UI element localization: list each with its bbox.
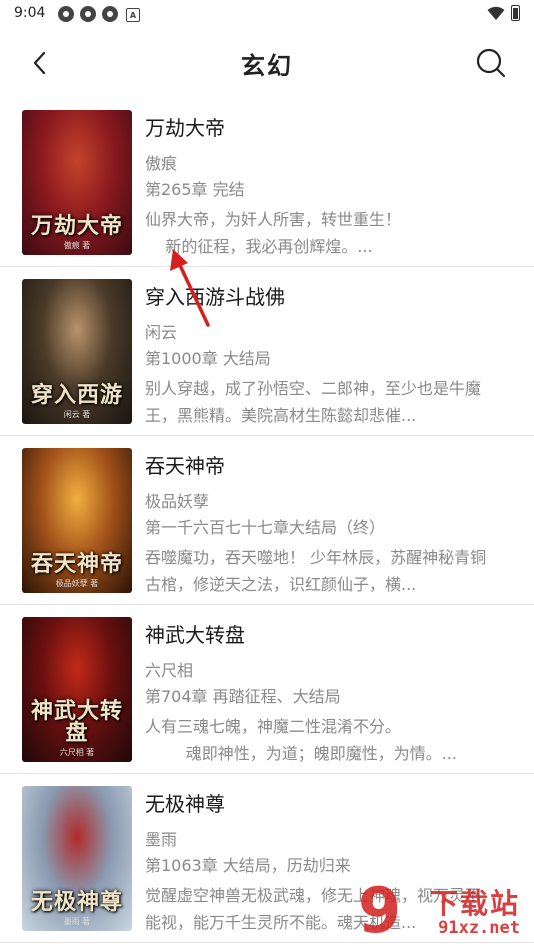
book-list-item[interactable]: 神武大转盘 六尺相 著 神武大转盘 六尺相 第704章 再踏征程、大结局 人有三… [0,605,534,774]
battery-icon [511,5,520,21]
cover-title-text: 神武大转盘 [30,698,123,746]
book-latest-chapter: 第704章 再踏征程、大结局 [145,687,341,706]
book-latest-chapter: 第一千六百七十七章大结局（终） [145,518,386,537]
book-title: 无极神尊 [145,792,225,816]
cover-author-text: 墨雨 著 [63,917,91,926]
book-title: 万劫大帝 [145,116,225,140]
search-button[interactable] [474,46,508,80]
book-list: 万劫大帝 傲痕 著 万劫大帝 傲痕 第265章 完结 仙界大帝，为奸人所害，转世… [0,98,534,943]
app-notification-icon [80,6,96,22]
cover-title-text: 穿入西游 [30,382,123,408]
book-author: 闲云 [145,323,178,342]
site-watermark-logo: 9 下载站 91xz.net [358,880,528,950]
watermark-url: 91xz.net [438,918,520,938]
book-list-item[interactable]: 万劫大帝 傲痕 著 万劫大帝 傲痕 第265章 完结 仙界大帝，为奸人所害，转世… [0,98,534,267]
book-list-item[interactable]: 吞天神帝 极品妖孽 著 吞天神帝 极品妖孽 第一千六百七十七章大结局（终） 吞噬… [0,436,534,605]
page-title: 玄幻 [241,52,293,80]
app-notification-icon [58,6,74,22]
book-description: 人有三魂七魄，神魔二性混淆不分。 魂即神性，为道；魄即魔性，为情。... [145,717,457,763]
search-icon [476,48,506,78]
book-author: 六尺相 [145,661,194,680]
wifi-icon [487,6,505,20]
status-bar: 9:04 A [0,0,534,28]
top-app-bar: 玄幻 [0,28,534,98]
cover-title-text: 万劫大帝 [30,213,123,239]
a-notification-icon: A [126,8,140,22]
book-title: 神武大转盘 [145,623,245,647]
cover-author-text: 闲云 著 [63,410,91,419]
book-cover-image: 穿入西游 闲云 著 [22,279,132,424]
book-cover-image: 万劫大帝 傲痕 著 [22,110,132,255]
book-cover-image: 神武大转盘 六尺相 著 [22,617,132,762]
cover-title-text: 吞天神帝 [30,551,123,577]
cover-author-text: 六尺相 著 [59,748,95,757]
watermark-text: 下载站 [429,887,520,920]
status-notification-icons: A [58,6,140,22]
book-latest-chapter: 第265章 完结 [145,180,245,199]
status-time: 9:04 [14,5,46,21]
book-title: 穿入西游斗战佛 [145,285,285,309]
book-description: 吞噬魔功，吞天噬地！ 少年林辰，苏醒神秘青铜古棺，修逆天之法，识红颜仙子，横..… [145,548,487,594]
book-list-item[interactable]: 穿入西游 闲云 著 穿入西游斗战佛 闲云 第1000章 大结局 别人穿越，成了孙… [0,267,534,436]
cover-author-text: 极品妖孽 著 [55,579,99,588]
watermark-number: 9 [358,874,402,947]
book-description: 仙界大帝，为奸人所害，转世重生！ 新的征程，我必再创辉煌。... [145,210,402,256]
book-author: 极品妖孽 [145,492,210,511]
book-author: 墨雨 [145,830,178,849]
cover-author-text: 傲痕 著 [63,241,91,250]
book-latest-chapter: 第1000章 大结局 [145,349,271,368]
book-description: 别人穿越，成了孙悟空、二郎神，至少也是牛魔王，黑熊精。美院高材生陈懿却悲催... [145,379,482,425]
book-title: 吞天神帝 [145,454,225,478]
book-cover-image: 无极神尊 墨雨 著 [22,786,132,931]
cover-title-text: 无极神尊 [30,889,123,915]
status-right [487,5,520,21]
book-cover-image: 吞天神帝 极品妖孽 著 [22,448,132,593]
book-latest-chapter: 第1063章 大结局，历劫归来 [145,856,351,875]
book-author: 傲痕 [145,154,178,173]
app-notification-icon [102,6,118,22]
